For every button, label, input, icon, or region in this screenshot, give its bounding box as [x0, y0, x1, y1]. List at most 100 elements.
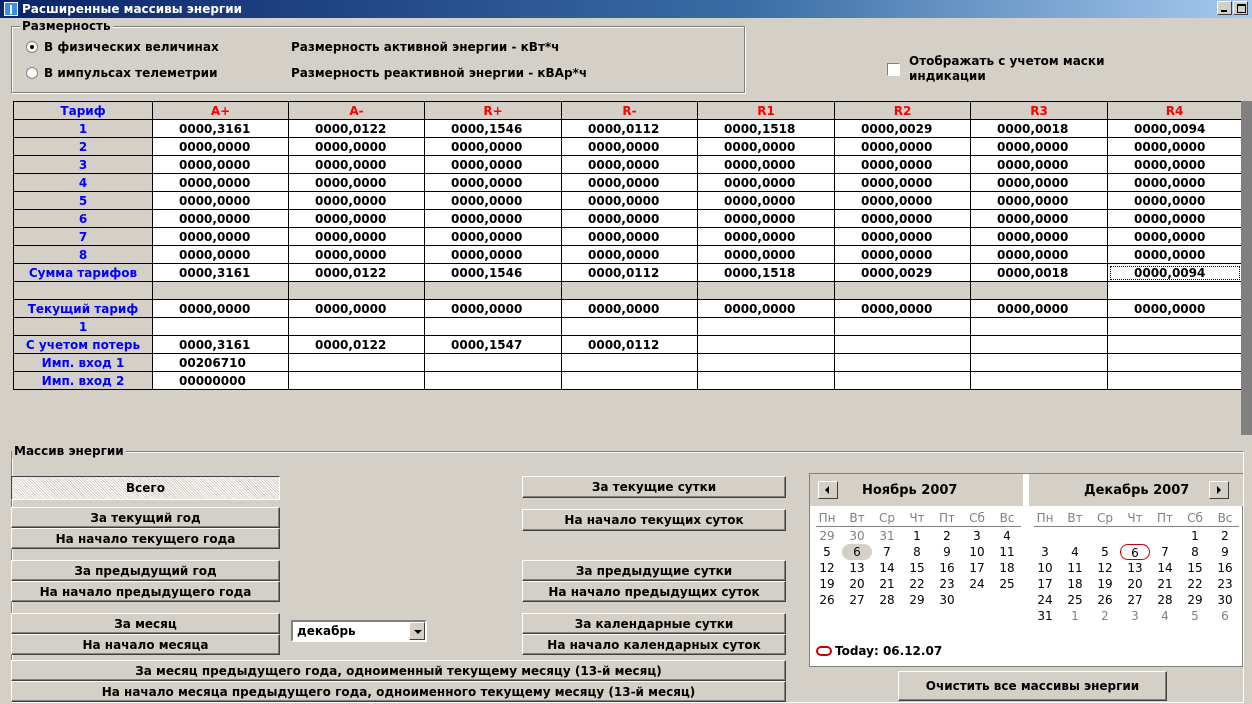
grid-cell[interactable]: 0000,1546 — [424, 263, 562, 282]
calendar-day[interactable]: 31 — [1030, 608, 1060, 624]
grid-cell[interactable]: 0000,0000 — [424, 227, 562, 246]
calendar-day[interactable]: 26 — [812, 592, 842, 608]
start-previous-day-button[interactable]: На начало предыдущих суток — [522, 581, 786, 602]
grid-cell[interactable]: 0000,0000 — [834, 173, 971, 192]
current-year-button[interactable]: За текущий год — [11, 507, 280, 528]
calendar-today-label[interactable]: Today: 06.12.07 — [835, 644, 942, 658]
grid-cell[interactable]: 0000,0000 — [1107, 137, 1242, 156]
grid-cell[interactable] — [970, 371, 1108, 390]
start-month-prev-year-button[interactable]: На начало месяца предыдущего года, однои… — [11, 681, 786, 702]
grid-cell[interactable] — [561, 317, 698, 336]
calendar-day[interactable]: 1 — [1180, 528, 1210, 544]
calendar-day[interactable]: 16 — [932, 560, 962, 576]
grid-cell[interactable]: 0000,0122 — [288, 263, 425, 282]
grid-cell[interactable] — [970, 317, 1108, 336]
calendar-day[interactable]: 14 — [872, 560, 902, 576]
grid-cell[interactable] — [834, 317, 971, 336]
grid-cell[interactable]: 0000,0000 — [697, 299, 835, 318]
grid-cell[interactable] — [697, 353, 835, 372]
grid-cell[interactable]: 0000,0000 — [970, 137, 1108, 156]
grid-cell[interactable]: 0000,0000 — [288, 245, 425, 264]
grid-cell[interactable]: 0000,0000 — [834, 299, 971, 318]
calendar-day[interactable]: 19 — [812, 576, 842, 592]
calendar-day[interactable]: 6 — [1210, 608, 1240, 624]
previous-day-button[interactable]: За предыдущие сутки — [522, 560, 786, 581]
start-current-year-button[interactable]: На начало текущего года — [11, 528, 280, 549]
grid-cell[interactable] — [1107, 317, 1242, 336]
grid-cell[interactable]: 0000,0000 — [561, 227, 698, 246]
grid-cell[interactable]: 0000,0018 — [970, 263, 1108, 282]
calendar-day[interactable]: 4 — [992, 528, 1022, 544]
grid-cell[interactable]: 0000,1547 — [424, 335, 562, 354]
grid-cell[interactable]: 0000,0018 — [970, 119, 1108, 138]
chevron-left-icon[interactable] — [818, 481, 838, 499]
grid-cell[interactable]: 0000,0094 — [1107, 263, 1242, 282]
month-select[interactable]: декабрь — [291, 620, 427, 642]
month-select-value[interactable]: декабрь — [297, 624, 356, 638]
calendar-day[interactable]: 12 — [1090, 560, 1120, 576]
grid-cell[interactable]: 0000,0112 — [561, 119, 698, 138]
grid-cell[interactable]: 0000,0000 — [697, 245, 835, 264]
grid-cell[interactable]: 0000,0000 — [1107, 155, 1242, 174]
calendar-day[interactable]: 7 — [1150, 544, 1180, 560]
grid-cell[interactable]: 0000,0000 — [424, 173, 562, 192]
grid-cell[interactable] — [834, 281, 971, 300]
radio-physical-label[interactable]: В физических величинах — [44, 40, 219, 54]
calendar-day[interactable]: 25 — [1060, 592, 1090, 608]
calendar-day[interactable]: 23 — [1210, 576, 1240, 592]
grid-cell[interactable]: 0000,0000 — [1107, 191, 1242, 210]
grid-cell[interactable]: 0000,0000 — [152, 209, 289, 228]
maximize-icon[interactable] — [1233, 1, 1248, 15]
grid-cell[interactable] — [561, 371, 698, 390]
calendar-day[interactable]: 17 — [962, 560, 992, 576]
calendar-day[interactable]: 11 — [1060, 560, 1090, 576]
grid-cell[interactable]: 0000,0000 — [834, 137, 971, 156]
grid-cell[interactable] — [424, 281, 562, 300]
minimize-icon[interactable] — [1217, 1, 1232, 15]
grid-cell[interactable] — [970, 353, 1108, 372]
calendar-day[interactable]: 27 — [842, 592, 872, 608]
grid-cell[interactable]: 0000,0000 — [288, 137, 425, 156]
grid-cell[interactable]: 0000,0000 — [561, 299, 698, 318]
grid-cell[interactable]: 0000,0000 — [697, 155, 835, 174]
calendar-day[interactable]: 28 — [872, 592, 902, 608]
grid-cell[interactable] — [1107, 335, 1242, 354]
radio-physical[interactable]: В физических величинах — [26, 40, 219, 54]
grid-cell[interactable]: 0000,0000 — [424, 299, 562, 318]
grid-cell[interactable]: 0000,3161 — [152, 119, 289, 138]
grid-cell[interactable]: 0000,0112 — [561, 335, 698, 354]
mask-checkbox-label-1[interactable]: Отображать с учетом маски — [909, 54, 1104, 68]
calendar-day[interactable]: 4 — [1150, 608, 1180, 624]
grid-cell[interactable] — [834, 335, 971, 354]
calendar-day-button[interactable]: За календарные сутки — [522, 613, 786, 634]
grid-cell[interactable] — [1107, 371, 1242, 390]
grid-cell[interactable]: 0000,0000 — [970, 173, 1108, 192]
current-day-button[interactable]: За текущие сутки — [522, 476, 786, 498]
grid-cell[interactable] — [697, 281, 835, 300]
calendar-day[interactable]: 10 — [962, 544, 992, 560]
grid-cell[interactable]: 0000,3161 — [152, 335, 289, 354]
grid-cell[interactable]: 0000,0000 — [561, 191, 698, 210]
grid-cell[interactable]: 0000,3161 — [152, 263, 289, 282]
grid-cell[interactable] — [1107, 281, 1242, 300]
grid-cell[interactable]: 0000,0000 — [424, 245, 562, 264]
calendar-day[interactable]: 7 — [872, 544, 902, 560]
grid-cell[interactable]: 0000,0000 — [970, 299, 1108, 318]
start-previous-year-button[interactable]: На начало предыдущего года — [11, 581, 280, 602]
grid-cell[interactable]: 0000,0000 — [424, 155, 562, 174]
calendar-day[interactable]: 2 — [1090, 608, 1120, 624]
calendar-day[interactable]: 10 — [1030, 560, 1060, 576]
previous-year-button[interactable]: За предыдущий год — [11, 560, 280, 581]
grid-cell[interactable] — [697, 317, 835, 336]
grid-cell[interactable]: 0000,0000 — [1107, 209, 1242, 228]
grid-cell[interactable] — [288, 281, 425, 300]
grid-cell[interactable]: 0000,0000 — [697, 173, 835, 192]
grid-cell[interactable]: 0000,0000 — [288, 173, 425, 192]
start-month-button[interactable]: На начало месяца — [11, 634, 280, 655]
grid-cell[interactable]: 00206710 — [152, 353, 289, 372]
grid-cell[interactable] — [561, 281, 698, 300]
grid-cell[interactable] — [424, 317, 562, 336]
grid-cell[interactable]: 0000,0000 — [697, 191, 835, 210]
grid-cell[interactable]: 0000,0000 — [834, 245, 971, 264]
grid-cell[interactable]: 0000,0000 — [152, 191, 289, 210]
